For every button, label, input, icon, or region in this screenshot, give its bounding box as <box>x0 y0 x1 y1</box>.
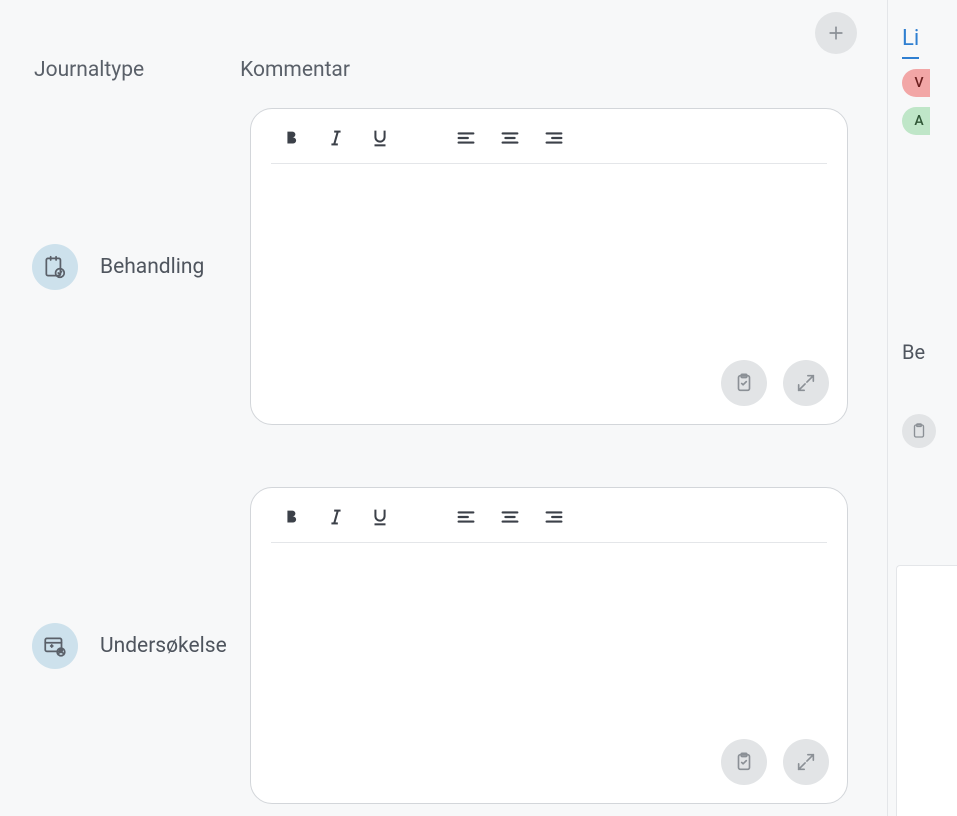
status-chip-red[interactable]: V <box>902 69 930 97</box>
editor-toolbar <box>271 127 827 164</box>
expand-button[interactable] <box>783 739 829 785</box>
align-right-button[interactable] <box>543 506 565 528</box>
expand-icon <box>795 372 817 394</box>
header-journaltype: Journaltype <box>34 58 144 82</box>
clipboard-button[interactable] <box>721 360 767 406</box>
align-left-button[interactable] <box>455 127 477 149</box>
bold-button[interactable] <box>281 506 303 528</box>
editor-toolbar <box>271 506 827 543</box>
undersokelse-icon <box>32 623 78 669</box>
align-center-button[interactable] <box>499 506 521 528</box>
align-center-button[interactable] <box>499 127 521 149</box>
side-clipboard-button[interactable] <box>902 414 936 448</box>
italic-button[interactable] <box>325 127 347 149</box>
status-chip-green[interactable]: A <box>902 107 930 135</box>
clipboard-icon <box>733 372 755 394</box>
underline-button[interactable] <box>369 127 391 149</box>
side-heading: Be <box>902 340 957 364</box>
journal-type-label: Behandling <box>100 255 204 279</box>
column-headers: Journaltype Kommentar <box>0 0 887 82</box>
bold-button[interactable] <box>281 127 303 149</box>
italic-button[interactable] <box>325 506 347 528</box>
comment-textarea[interactable] <box>271 543 827 743</box>
journal-row: Undersøkelse <box>0 487 887 804</box>
behandling-icon <box>32 244 78 290</box>
side-link[interactable]: Li <box>902 26 919 59</box>
clipboard-button[interactable] <box>721 739 767 785</box>
clipboard-icon <box>910 422 928 440</box>
expand-button[interactable] <box>783 360 829 406</box>
expand-icon <box>795 751 817 773</box>
journal-row: Behandling <box>0 108 887 425</box>
editor-actions <box>721 360 829 406</box>
journal-type-cell: Undersøkelse <box>32 623 250 669</box>
align-left-button[interactable] <box>455 506 477 528</box>
journal-type-label: Undersøkelse <box>100 634 227 658</box>
underline-button[interactable] <box>369 506 391 528</box>
side-panel: Li V A Be <box>887 0 957 816</box>
comment-editor <box>250 108 848 425</box>
clipboard-icon <box>733 751 755 773</box>
journal-main-panel: Journaltype Kommentar Behandling <box>0 0 887 816</box>
editor-actions <box>721 739 829 785</box>
header-kommentar: Kommentar <box>240 58 350 82</box>
add-journal-button[interactable] <box>815 12 857 54</box>
plus-icon <box>826 23 846 43</box>
journal-type-cell: Behandling <box>32 244 250 290</box>
align-right-button[interactable] <box>543 127 565 149</box>
comment-editor <box>250 487 848 804</box>
side-content-box <box>896 565 957 816</box>
comment-textarea[interactable] <box>271 164 827 364</box>
